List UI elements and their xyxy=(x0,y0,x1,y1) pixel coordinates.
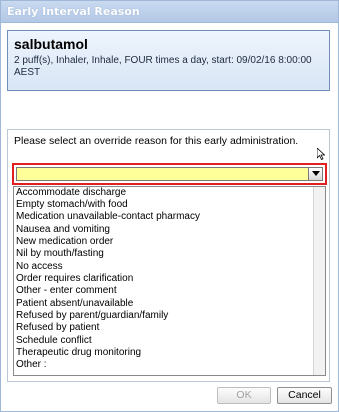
option-item[interactable]: New medication order xyxy=(14,236,316,248)
ok-button[interactable]: OK xyxy=(217,387,271,404)
override-reason-select[interactable] xyxy=(16,167,323,181)
option-item[interactable]: Other : xyxy=(14,359,316,371)
option-item[interactable]: Medication unavailable-contact pharmacy xyxy=(14,211,316,223)
early-interval-reason-dialog: Early Interval Reason salbutamol 2 puff(… xyxy=(0,0,339,412)
option-item[interactable]: Empty stomach/with food xyxy=(14,199,316,211)
title-bar[interactable]: Early Interval Reason xyxy=(1,1,338,23)
cancel-button[interactable]: Cancel xyxy=(277,387,332,404)
override-reason-section: Please select an override reason for thi… xyxy=(7,129,330,382)
override-reason-options-list[interactable]: Accommodate discharge Empty stomach/with… xyxy=(13,186,326,376)
dialog-title: Early Interval Reason xyxy=(7,5,140,18)
option-item[interactable]: Nausea and vomiting xyxy=(14,224,316,236)
medication-name: salbutamol xyxy=(14,36,88,52)
option-item[interactable]: Refused by parent/guardian/family xyxy=(14,310,316,322)
override-prompt: Please select an override reason for thi… xyxy=(14,135,299,147)
medication-summary-panel: salbutamol 2 puff(s), Inhaler, Inhale, F… xyxy=(7,30,330,91)
option-item[interactable]: Nil by mouth/fasting xyxy=(14,248,316,260)
option-item[interactable]: Accommodate discharge xyxy=(14,187,316,199)
option-item[interactable]: Other - enter comment xyxy=(14,285,316,297)
chevron-down-icon xyxy=(312,171,320,176)
option-item[interactable]: Patient absent/unavailable xyxy=(14,298,316,310)
medication-order-details: 2 puff(s), Inhaler, Inhale, FOUR times a… xyxy=(14,55,312,78)
options-scrollbar[interactable] xyxy=(313,187,325,375)
option-item[interactable]: Order requires clarification xyxy=(14,273,316,285)
option-item[interactable]: Refused by patient xyxy=(14,322,316,334)
dropdown-toggle-button[interactable] xyxy=(308,168,322,180)
option-item[interactable]: Schedule conflict xyxy=(14,335,316,347)
combo-focus-highlight xyxy=(12,163,327,185)
mouse-cursor-icon xyxy=(317,148,325,160)
option-item[interactable]: Therapeutic drug monitoring xyxy=(14,347,316,359)
option-item[interactable]: No access xyxy=(14,261,316,273)
